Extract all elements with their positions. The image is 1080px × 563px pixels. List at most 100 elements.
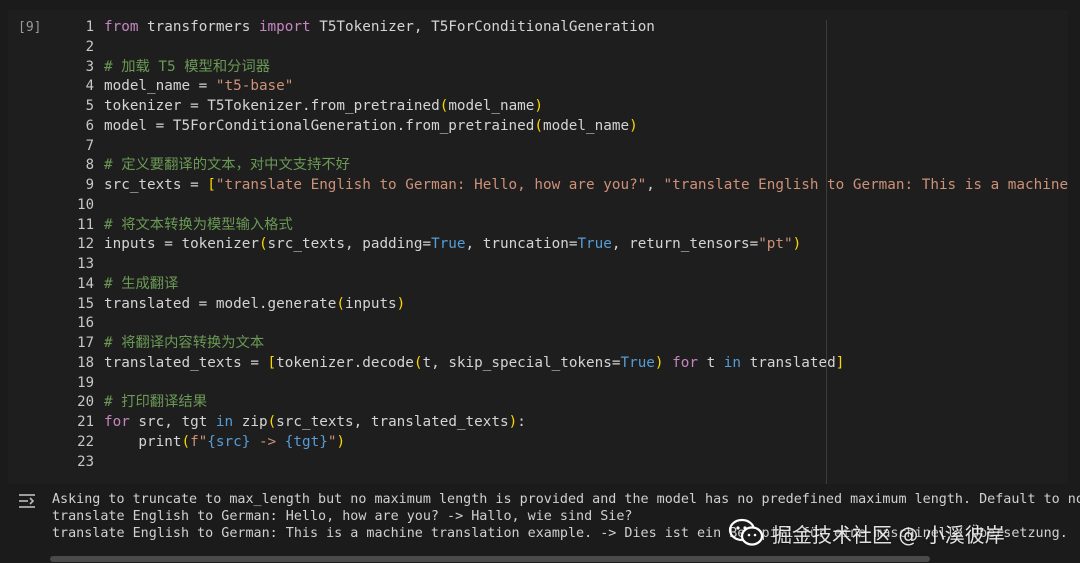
line-number: 14 [77, 275, 94, 292]
code-token: True [620, 354, 655, 371]
line-number: 6 [85, 117, 94, 134]
code-token: # 加载 T5 模型和分词器 [104, 58, 271, 75]
code-token: translated = model.generate [104, 295, 337, 312]
code-line[interactable]: model = T5ForConditionalGeneration.from_… [104, 117, 1068, 137]
code-token: {tgt} [284, 433, 328, 450]
code-token: ) [396, 295, 406, 312]
code-token: in [723, 354, 742, 371]
code-token: # 生成翻译 [104, 275, 179, 292]
code-line[interactable]: for src, tgt in zip(src_texts, translate… [104, 413, 1068, 433]
code-token: -> [250, 433, 285, 450]
line-number: 1 [85, 19, 94, 35]
code-line[interactable] [104, 137, 1068, 157]
code-line[interactable]: from transformers import T5Tokenizer, T5… [104, 18, 1068, 38]
code-token: inputs = tokenizer [104, 236, 259, 253]
code-token: T5Tokenizer, T5ForConditionalGeneration [310, 19, 655, 35]
code-cell[interactable]: [9] 1 2 3 4 5 6 7 8 9 10 11 12 13 14 15 16 17 18 19 20 21 22 2… [8, 10, 1068, 494]
code-token: ( [413, 354, 423, 371]
code-line[interactable]: translated = model.generate(inputs) [104, 295, 1068, 315]
code-token: transformers [138, 19, 259, 35]
line-number: 9 [85, 177, 94, 193]
code-line[interactable]: model_name = "t5-base" [104, 77, 1068, 97]
code-token: {src} [207, 433, 251, 450]
line-number: 13 [77, 256, 94, 272]
line-number: 15 [77, 295, 94, 312]
code-line[interactable]: # 生成翻译 [104, 275, 1068, 295]
code-token: in [215, 414, 234, 430]
line-number: 7 [85, 137, 94, 154]
line-number: 16 [77, 315, 94, 332]
code-token: # 定义要翻译的文本，对中文支持不好 [104, 157, 350, 174]
line-number: 8 [85, 157, 94, 174]
code-token: [ [207, 177, 216, 193]
line-number: 17 [77, 335, 94, 351]
code-line[interactable]: # 将翻译内容转换为文本 [104, 334, 1068, 354]
code-token: # 将文本转换为模型输入格式 [104, 216, 293, 233]
code-token: for [104, 414, 130, 430]
code-token: t, skip_special_tokens= [422, 354, 621, 371]
code-token: print [104, 433, 182, 450]
code-token: from [104, 19, 139, 35]
output-toggle-icon[interactable] [18, 493, 36, 509]
code-token: # 打印翻译结果 [104, 394, 207, 411]
code-line[interactable] [104, 314, 1068, 334]
line-number: 10 [77, 196, 94, 213]
code-token: inputs [345, 295, 397, 312]
code-line[interactable] [104, 38, 1068, 58]
code-line[interactable]: inputs = tokenizer(src_texts, padding=Tr… [104, 235, 1068, 255]
code-token: for [672, 354, 698, 371]
code-line[interactable] [104, 453, 1068, 473]
code-token: import [258, 19, 311, 35]
code-token: [ [267, 354, 277, 371]
line-number: 21 [77, 414, 94, 430]
code-token: ) [792, 236, 802, 253]
code-line[interactable] [104, 196, 1068, 216]
code-line[interactable]: translated_texts = [tokenizer.decode(t, … [104, 354, 1068, 374]
code-line[interactable]: # 打印翻译结果 [104, 393, 1068, 413]
code-token: src, tgt [129, 414, 216, 430]
code-token: ( [336, 295, 346, 312]
watermark: 掘金技术社区 @ 小溪彼岸 [728, 516, 1005, 550]
code-token: ) [534, 98, 543, 114]
code-token: model_name [542, 117, 630, 134]
code-line[interactable]: # 加载 T5 模型和分词器 [104, 58, 1068, 78]
code-line[interactable]: # 将文本转换为模型输入格式 [104, 216, 1068, 236]
code-token: # 将翻译内容转换为文本 [104, 335, 265, 351]
line-number: 3 [85, 58, 94, 75]
line-number: 4 [85, 78, 94, 95]
code-token: src_texts, padding= [267, 236, 432, 253]
code-line[interactable]: tokenizer = T5Tokenizer.from_pretrained(… [104, 97, 1068, 117]
wechat-logo-icon [728, 518, 764, 546]
code-token: ( [258, 236, 268, 253]
line-number: 18 [77, 354, 94, 371]
code-token: f" [190, 433, 208, 450]
editor-ruler [826, 20, 827, 494]
code-editor[interactable]: from transformers import T5Tokenizer, T5… [104, 18, 1068, 472]
code-token: tokenizer = T5Tokenizer.from_pretrained [104, 98, 440, 114]
code-token: model = T5ForConditionalGeneration.from_… [104, 117, 535, 134]
code-token: , return_tensors= [611, 236, 759, 253]
code-line[interactable] [104, 374, 1068, 394]
line-number-gutter: 1 2 3 4 5 6 7 8 9 10 11 12 13 14 15 16 17 18 19 20 21 22 23 [58, 18, 94, 472]
code-token: ( [534, 117, 543, 134]
code-token: , [646, 177, 664, 193]
code-token: translated_texts = [104, 354, 268, 371]
line-number: 11 [77, 216, 94, 233]
code-token: ( [181, 433, 191, 450]
code-token: translated [741, 354, 836, 371]
code-token: ( [267, 414, 277, 430]
code-line[interactable]: # 定义要翻译的文本，对中文支持不好 [104, 156, 1068, 176]
code-token: , truncation= [465, 236, 578, 253]
code-token: ] [835, 354, 845, 371]
code-line[interactable]: print(f"{src} -> {tgt}") [104, 433, 1068, 453]
code-token: "translate English to German: Hello, how… [215, 177, 647, 193]
code-line[interactable]: src_texts = ["translate English to Germa… [104, 176, 1068, 196]
code-token: ) [508, 414, 518, 430]
execution-count: [9] [18, 20, 42, 35]
watermark-text: 掘金技术社区 @ 小溪彼岸 [772, 522, 1005, 547]
line-number: 20 [77, 394, 94, 411]
code-line[interactable] [104, 255, 1068, 275]
code-token: "translate English to German: This is a … [663, 177, 1069, 193]
output-horizontal-scrollbar[interactable] [50, 556, 930, 562]
